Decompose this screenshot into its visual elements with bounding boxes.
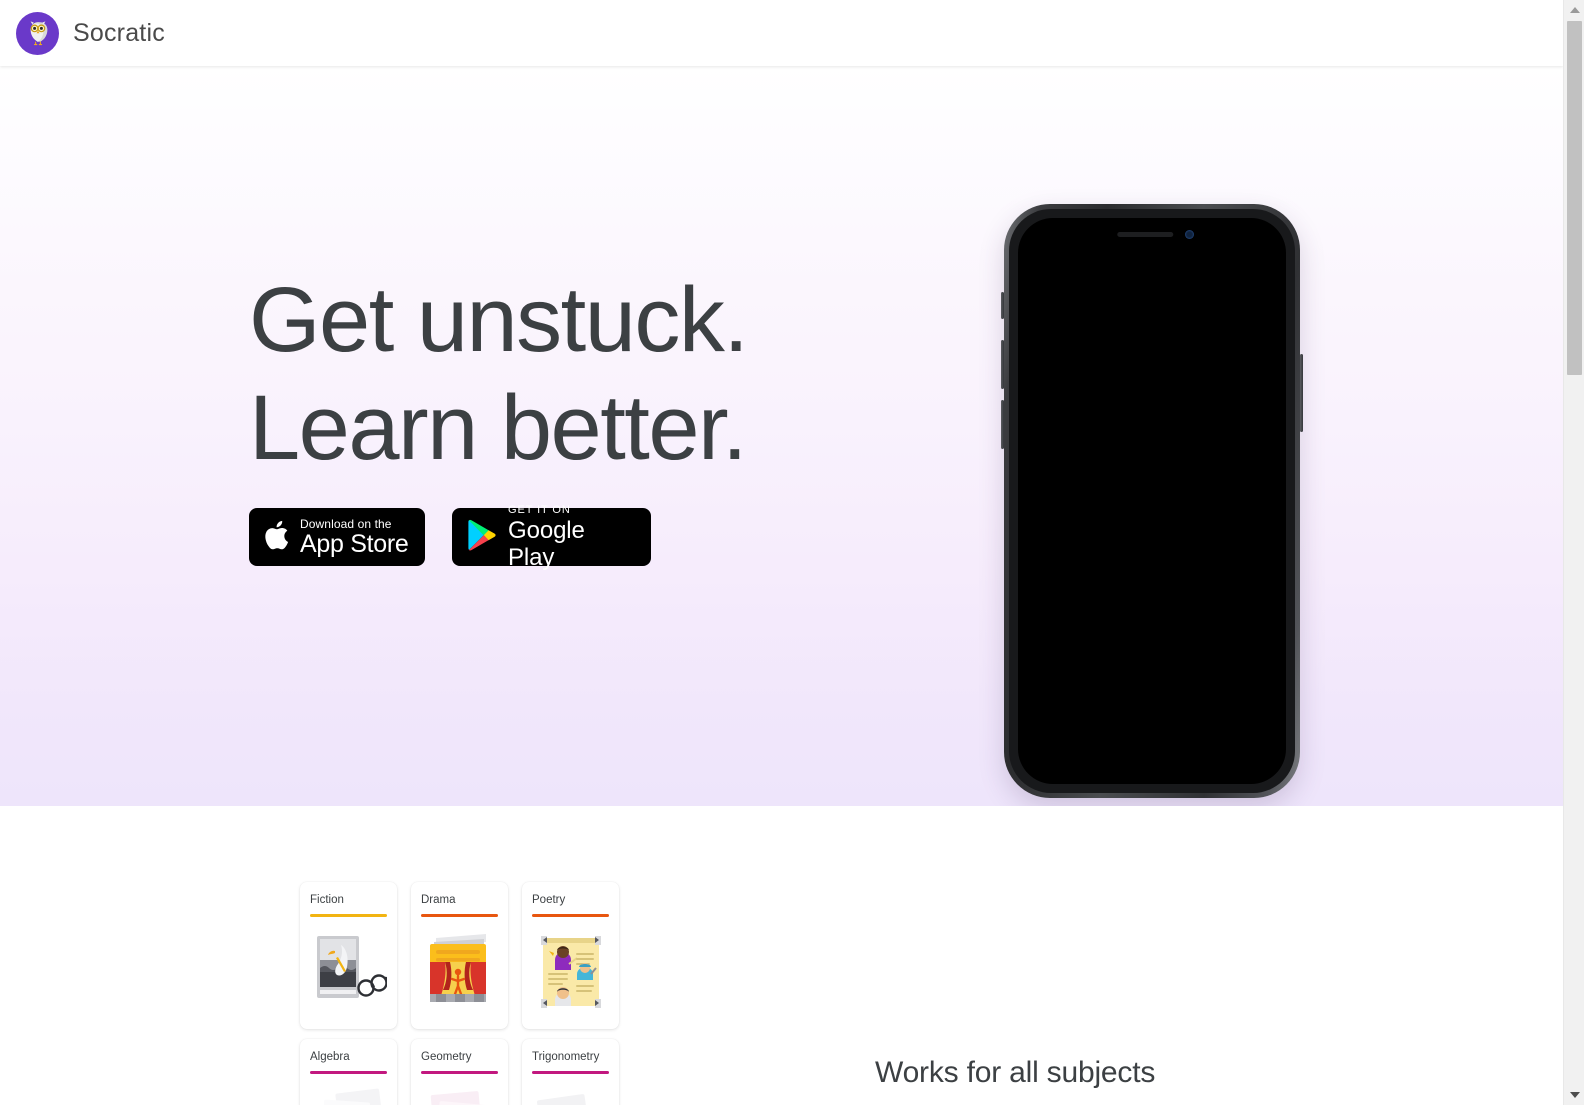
site-header: Socratic bbox=[0, 0, 1563, 66]
app-store-badge-subtitle: Download on the bbox=[300, 516, 392, 531]
subject-card-geometry[interactable]: Geometry bbox=[411, 1039, 508, 1105]
trigonometry-worksheet-icon bbox=[532, 1087, 609, 1105]
phone-volume-up-button bbox=[1001, 340, 1004, 389]
subject-card-accent-rule bbox=[310, 914, 387, 917]
subject-card-fiction[interactable]: Fiction bbox=[300, 882, 397, 1029]
subject-card-drama[interactable]: Drama bbox=[411, 882, 508, 1029]
scroll-down-arrow-icon[interactable] bbox=[1564, 1085, 1584, 1105]
hero-headline-line-2: Learn better. bbox=[249, 377, 748, 479]
algebra-worksheet-icon bbox=[310, 1087, 387, 1105]
phone-front-camera-icon bbox=[1185, 230, 1194, 239]
brand-name: Socratic bbox=[73, 18, 165, 47]
fiction-book-glasses-icon bbox=[310, 930, 387, 1016]
subject-card-title: Drama bbox=[421, 894, 456, 906]
subject-cards-grid: Fiction Drama Poetry Algebra Geometry Tr… bbox=[300, 882, 619, 1105]
poetry-scroll-icon bbox=[532, 930, 609, 1016]
smartphone-mockup bbox=[1001, 204, 1303, 798]
vertical-scrollbar[interactable] bbox=[1563, 0, 1584, 1105]
brand-home-link[interactable]: Socratic bbox=[16, 11, 165, 55]
subject-card-poetry[interactable]: Poetry bbox=[522, 882, 619, 1029]
subject-card-title: Fiction bbox=[310, 894, 344, 906]
scroll-up-arrow-icon[interactable] bbox=[1564, 0, 1584, 20]
scrollbar-thumb[interactable] bbox=[1567, 21, 1582, 375]
hero-copy: Get unstuck. Learn better. bbox=[249, 266, 869, 482]
subject-card-title: Algebra bbox=[310, 1051, 350, 1063]
subject-card-accent-rule bbox=[532, 1071, 609, 1074]
phone-mute-switch-icon bbox=[1001, 292, 1004, 319]
geometry-worksheet-icon bbox=[421, 1087, 498, 1105]
phone-volume-down-button bbox=[1001, 400, 1004, 449]
hero-headline-line-1: Get unstuck. bbox=[249, 269, 749, 371]
subjects-section: Fiction Drama Poetry Algebra Geometry Tr… bbox=[0, 806, 1563, 1105]
google-play-logo-icon bbox=[466, 518, 497, 557]
subject-card-accent-rule bbox=[421, 1071, 498, 1074]
subject-card-accent-rule bbox=[532, 914, 609, 917]
subject-card-trigonometry[interactable]: Trigonometry bbox=[522, 1039, 619, 1105]
drama-theater-stage-icon bbox=[421, 930, 498, 1016]
phone-earpiece-speaker-icon bbox=[1117, 232, 1174, 237]
google-play-badge-subtitle: GET IT ON bbox=[508, 504, 571, 516]
store-badges: Download on the App Store GET IT ON Goog… bbox=[249, 504, 651, 571]
subject-card-title: Geometry bbox=[421, 1051, 472, 1063]
apple-logo-icon bbox=[262, 518, 290, 557]
subject-card-title: Poetry bbox=[532, 894, 566, 906]
page-content: Socratic Get unstuck. Learn better. Down… bbox=[0, 0, 1563, 1105]
browser-viewport: Socratic Get unstuck. Learn better. Down… bbox=[0, 0, 1584, 1105]
phone-power-button bbox=[1300, 354, 1303, 432]
google-play-badge-title: Google Play bbox=[508, 517, 585, 571]
phone-bezel bbox=[1009, 209, 1295, 793]
google-play-badge[interactable]: GET IT ON Google Play bbox=[452, 504, 651, 571]
app-store-badge-title: App Store bbox=[300, 529, 409, 558]
subject-card-algebra[interactable]: Algebra bbox=[300, 1039, 397, 1105]
subject-card-title: Trigonometry bbox=[532, 1051, 600, 1063]
owl-logo-icon bbox=[16, 11, 59, 55]
phone-screen bbox=[1018, 218, 1286, 784]
subject-card-accent-rule bbox=[421, 914, 498, 917]
app-store-badge[interactable]: Download on the App Store bbox=[249, 508, 425, 566]
subject-card-accent-rule bbox=[310, 1071, 387, 1074]
hero-section: Get unstuck. Learn better. Download on t… bbox=[0, 66, 1563, 806]
subjects-heading: Works for all subjects bbox=[875, 1056, 1156, 1089]
